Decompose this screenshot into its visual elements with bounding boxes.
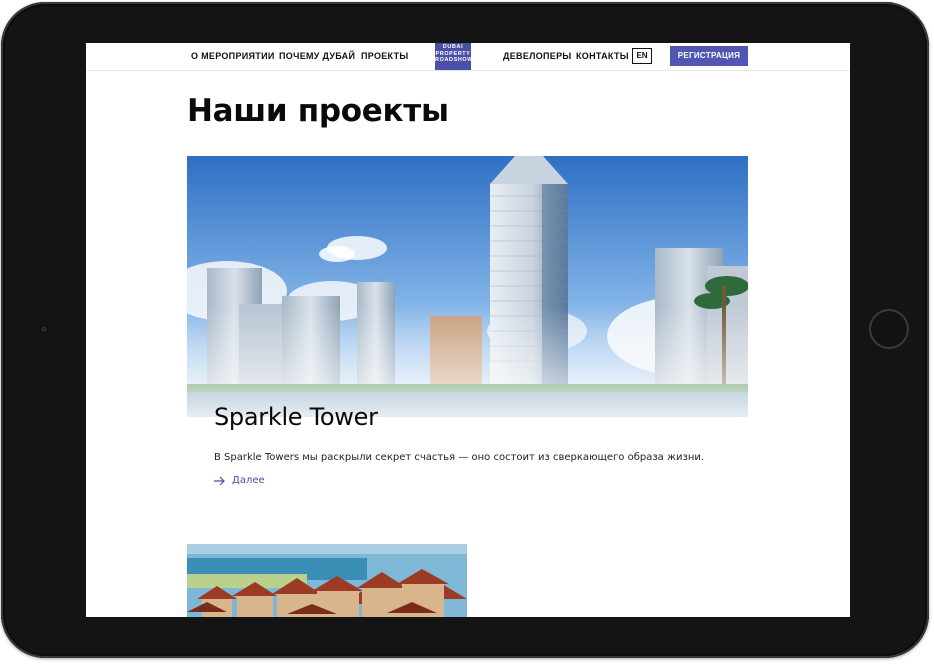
project-image-sparkle-tower[interactable] xyxy=(187,156,748,417)
language-switch[interactable]: EN xyxy=(632,48,652,64)
home-button[interactable] xyxy=(869,309,909,349)
register-button[interactable]: РЕГИСТРАЦИЯ xyxy=(670,46,748,66)
screen: О МЕРОПРИЯТИИ ПОЧЕМУ ДУБАЙ ПРОЕКТЫ DUBAI… xyxy=(86,43,850,617)
project-description: В Sparkle Towers мы раскрыли секрет счас… xyxy=(214,452,705,463)
logo[interactable]: DUBAI PROPERTY ROADSHOW xyxy=(435,43,471,70)
camera-icon xyxy=(39,324,49,334)
project-title[interactable]: Sparkle Tower xyxy=(214,403,378,431)
project-image-second[interactable] xyxy=(502,611,748,617)
project-image-villas[interactable] xyxy=(187,544,467,617)
nav-link-projects[interactable]: ПРОЕКТЫ xyxy=(361,51,408,61)
nav-link-developers[interactable]: ДЕВЕЛОПЕРЫ xyxy=(503,51,572,61)
top-navigation: О МЕРОПРИЯТИИ ПОЧЕМУ ДУБАЙ ПРОЕКТЫ DUBAI… xyxy=(86,43,850,71)
more-label: Далее xyxy=(232,475,265,486)
page-title: Наши проекты xyxy=(187,93,449,129)
arrow-right-icon xyxy=(214,476,225,485)
logo-line-3: ROADSHOW xyxy=(435,57,471,63)
more-link[interactable]: Далее xyxy=(214,475,265,486)
nav-link-about[interactable]: О МЕРОПРИЯТИИ xyxy=(191,51,275,61)
nav-link-contacts[interactable]: КОНТАКТЫ xyxy=(576,51,629,61)
nav-link-why-dubai[interactable]: ПОЧЕМУ ДУБАЙ xyxy=(279,51,355,61)
